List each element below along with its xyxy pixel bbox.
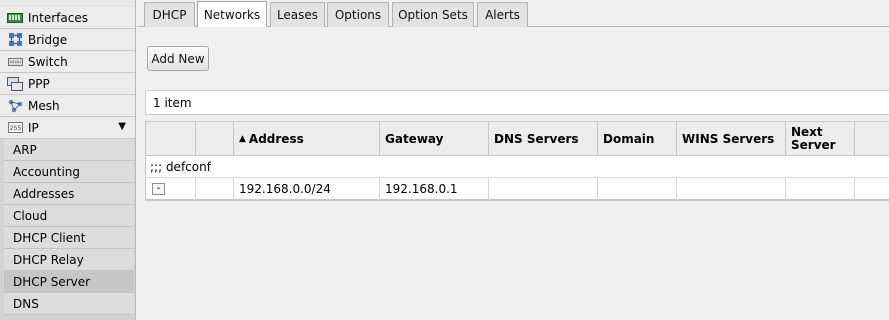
sidebar-item-bridge[interactable]: Bridge bbox=[0, 29, 135, 51]
submenu-item-addresses[interactable]: Addresses bbox=[4, 183, 134, 205]
table-row[interactable]: - 192.168.0.0/24 192.168.0.1 bbox=[146, 178, 889, 200]
column-header-gateway[interactable]: Gateway bbox=[380, 122, 489, 156]
sidebar-item-mesh[interactable]: Mesh bbox=[0, 95, 135, 117]
sidebar-item-label: Bridge bbox=[28, 32, 68, 47]
tab-options[interactable]: Options bbox=[327, 2, 389, 27]
flags-cell bbox=[196, 178, 234, 200]
tab-alerts[interactable]: Alerts bbox=[477, 2, 528, 27]
comment-row: ;;; defconf bbox=[146, 156, 889, 178]
address-cell: 192.168.0.0/24 bbox=[234, 178, 380, 200]
submenu-item-arp[interactable]: ARP bbox=[4, 139, 134, 161]
column-header-wins-servers[interactable]: WINS Servers bbox=[677, 122, 786, 156]
sort-ascending-icon: ▲ bbox=[239, 133, 246, 144]
sidebar-item-interfaces[interactable]: Interfaces bbox=[0, 7, 135, 29]
gateway-cell: 192.168.0.1 bbox=[380, 178, 489, 200]
mesh-icon bbox=[7, 99, 23, 113]
sidebar-item-switch[interactable]: Switch bbox=[0, 51, 135, 73]
remove-button[interactable]: - bbox=[152, 183, 165, 195]
sidebar-item-label: Switch bbox=[28, 54, 68, 69]
sidebar-item-ppp[interactable]: PPP bbox=[0, 73, 135, 95]
column-header-flags bbox=[196, 122, 234, 156]
tab-dhcp[interactable]: DHCP bbox=[144, 2, 195, 27]
sidebar-item-label: PPP bbox=[28, 76, 50, 91]
submenu-item-dhcp-client[interactable]: DHCP Client bbox=[4, 227, 134, 249]
sidebar-item-label: Interfaces bbox=[28, 10, 88, 25]
bridge-icon bbox=[7, 33, 23, 47]
column-header-remove bbox=[146, 122, 196, 156]
sidebar-item-ip[interactable]: 255 IP ▼ bbox=[0, 117, 135, 139]
sidebar-item-label: IP bbox=[28, 120, 39, 135]
ip-submenu: ARP Accounting Addresses Cloud DHCP Clie… bbox=[0, 139, 135, 320]
switch-icon bbox=[7, 55, 23, 69]
column-header-dns-servers[interactable]: DNS Servers bbox=[489, 122, 598, 156]
wins-servers-cell bbox=[677, 178, 786, 200]
networks-panel: Add New 1 item ▲ Address Gateway DNS Ser… bbox=[137, 27, 889, 320]
table-header: ▲ Address Gateway DNS Servers Domain WIN… bbox=[146, 122, 889, 156]
item-count-bar: 1 item bbox=[145, 90, 889, 115]
column-header-overflow bbox=[855, 122, 889, 156]
domain-cell bbox=[598, 178, 677, 200]
submenu-item-accounting[interactable]: Accounting bbox=[4, 161, 134, 183]
submenu-item-dhcp-server[interactable]: DHCP Server bbox=[4, 271, 134, 293]
add-new-button[interactable]: Add New bbox=[147, 46, 209, 71]
submenu-item-dns[interactable]: DNS bbox=[4, 293, 134, 315]
tab-bar: DHCP Networks Leases Options Option Sets… bbox=[137, 0, 889, 28]
tab-option-sets[interactable]: Option Sets bbox=[392, 2, 474, 27]
submenu-item-cloud[interactable]: Cloud bbox=[4, 205, 134, 227]
tab-leases[interactable]: Leases bbox=[270, 2, 325, 27]
interfaces-icon bbox=[7, 11, 23, 25]
chevron-down-icon[interactable]: ▼ bbox=[118, 121, 126, 132]
svg-text:255: 255 bbox=[9, 125, 21, 132]
column-header-domain[interactable]: Domain bbox=[598, 122, 677, 156]
remove-cell: - bbox=[146, 178, 196, 200]
column-header-next-server[interactable]: Next Server bbox=[786, 122, 855, 156]
sidebar: Interfaces Bridge Switch PPP Mesh 255 IP… bbox=[0, 0, 136, 320]
dns-servers-cell bbox=[489, 178, 598, 200]
item-count: 1 item bbox=[153, 95, 192, 110]
sidebar-item-label: Mesh bbox=[28, 98, 60, 113]
ppp-icon bbox=[7, 76, 23, 91]
tab-networks[interactable]: Networks bbox=[197, 1, 267, 28]
networks-table: ▲ Address Gateway DNS Servers Domain WIN… bbox=[145, 121, 889, 201]
submenu-item-dhcp-relay[interactable]: DHCP Relay bbox=[4, 249, 134, 271]
ip-icon: 255 bbox=[7, 121, 23, 135]
next-server-cell bbox=[786, 178, 855, 200]
column-header-address[interactable]: ▲ Address bbox=[234, 122, 380, 156]
